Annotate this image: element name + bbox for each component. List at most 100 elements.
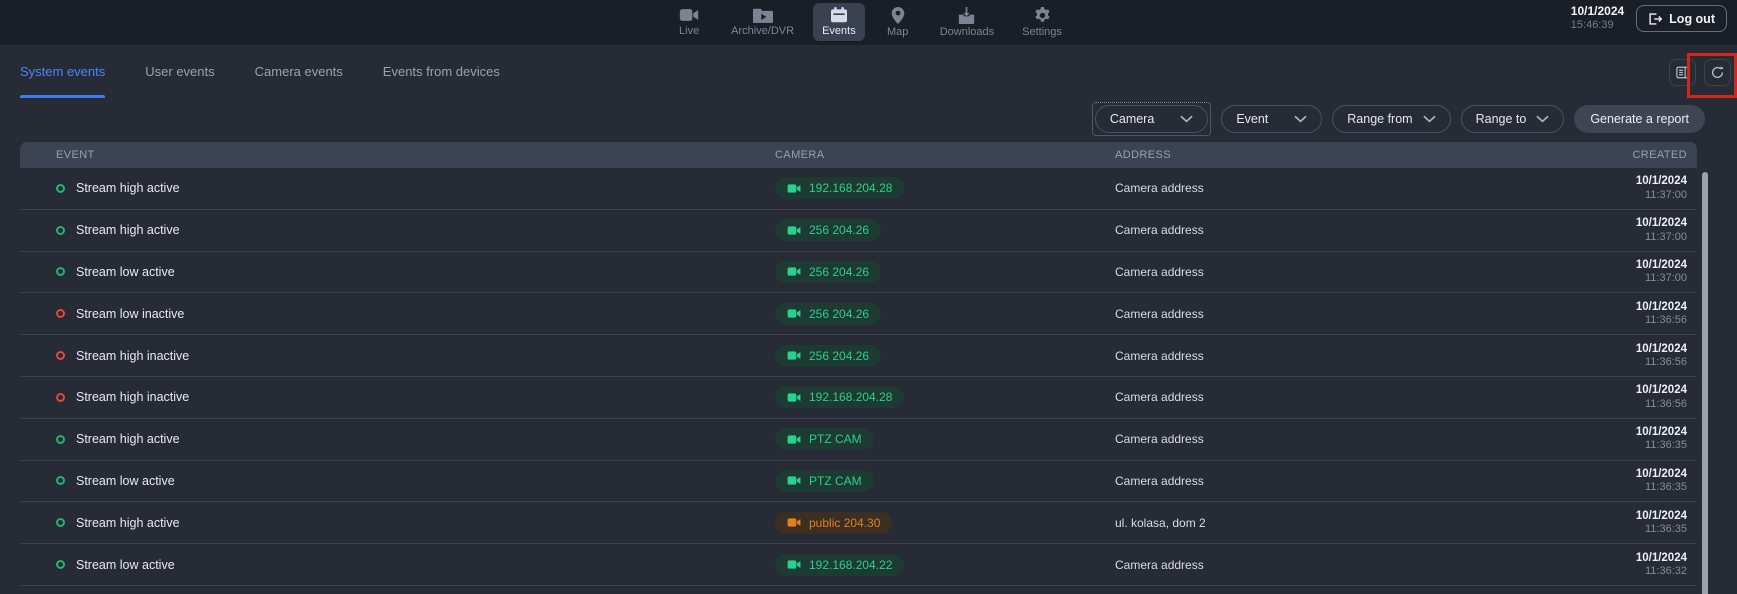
table-row[interactable]: Stream high inactive 192.168.204.28 Came…: [20, 377, 1697, 419]
camera-name: PTZ CAM: [809, 432, 862, 446]
address-cell: ul. kolasa, dom 2: [1115, 516, 1527, 530]
created-cell: 10/1/2024 11:36:35: [1527, 425, 1687, 453]
status-ring-icon: [56, 351, 65, 360]
camera-badge[interactable]: public 204.30: [775, 512, 892, 534]
camera-badge[interactable]: 192.168.204.28: [775, 177, 904, 199]
event-label: Stream high inactive: [76, 349, 189, 363]
calendar-icon: [830, 7, 848, 23]
camera-badge[interactable]: 256 204.26: [775, 261, 881, 283]
video-camera-icon: [787, 475, 801, 486]
table-row[interactable]: Stream high active 256 204.26 Camera add…: [20, 210, 1697, 252]
camera-cell: 256 204.26: [775, 303, 1115, 325]
status-ring-icon: [56, 435, 65, 444]
tab-system-events[interactable]: System events: [20, 45, 105, 98]
camera-cell: 192.168.204.22: [775, 554, 1115, 576]
event-label: Stream low active: [76, 474, 175, 488]
logout-label: Log out: [1669, 12, 1715, 26]
camera-name: public 204.30: [809, 516, 880, 530]
camera-filter-label: Camera: [1110, 112, 1154, 126]
event-cell: Stream high inactive: [56, 390, 775, 404]
camera-badge[interactable]: 256 204.26: [775, 219, 881, 241]
table-row[interactable]: Stream low active PTZ CAM Camera address…: [20, 461, 1697, 503]
camera-badge[interactable]: 256 204.26: [775, 303, 881, 325]
nav-item-live[interactable]: Live: [666, 3, 712, 41]
event-label: Stream high active: [76, 223, 180, 237]
nav-item-settings[interactable]: Settings: [1013, 3, 1071, 41]
table-row[interactable]: Stream low active 256 204.26 Camera addr…: [20, 252, 1697, 294]
generate-report-button[interactable]: Generate a report: [1574, 105, 1705, 133]
camera-cell: 192.168.204.28: [775, 177, 1115, 199]
events-table: EVENT CAMERA ADDRESS CREATED Stream high…: [20, 142, 1697, 594]
camera-badge[interactable]: 192.168.204.28: [775, 386, 904, 408]
tab-events-from-devices[interactable]: Events from devices: [383, 45, 500, 98]
refresh-icon: [1710, 65, 1725, 80]
camera-badge[interactable]: 192.168.204.22: [775, 554, 904, 576]
report-list-icon: [1675, 65, 1690, 80]
created-time: 11:37:00: [1527, 272, 1687, 286]
created-cell: 10/1/2024 11:37:00: [1527, 216, 1687, 244]
table-row[interactable]: Stream high active 192.168.204.28 Camera…: [20, 168, 1697, 210]
download-box-icon: [958, 7, 975, 24]
camera-name: 256 204.26: [809, 349, 869, 363]
camera-badge[interactable]: PTZ CAM: [775, 428, 874, 450]
created-date: 10/1/2024: [1527, 425, 1687, 439]
camera-name: 256 204.26: [809, 265, 869, 279]
event-cell: Stream high active: [56, 223, 775, 237]
event-label: Stream low active: [76, 265, 175, 279]
nav-item-downloads[interactable]: Downloads: [931, 3, 1003, 41]
nav-label: Live: [679, 25, 699, 37]
event-cell: Stream high inactive: [56, 349, 775, 363]
video-camera-icon: [787, 266, 801, 277]
camera-badge[interactable]: 256 204.26: [775, 345, 881, 367]
event-label: Stream high active: [76, 432, 180, 446]
range-from-label: Range from: [1347, 112, 1412, 126]
range-to-label: Range to: [1476, 112, 1527, 126]
camera-cell: PTZ CAM: [775, 470, 1115, 492]
map-pin-icon: [891, 7, 905, 24]
camera-filter-dropdown[interactable]: Camera: [1095, 105, 1208, 133]
table-row[interactable]: Stream high inactive 256 204.26 Camera a…: [20, 335, 1697, 377]
column-header-event: EVENT: [56, 149, 775, 161]
nav-item-map[interactable]: Map: [875, 3, 921, 41]
event-cell: Stream low active: [56, 265, 775, 279]
table-row[interactable]: Stream high active public 204.30 ul. kol…: [20, 502, 1697, 544]
range-from-dropdown[interactable]: Range from: [1332, 105, 1450, 133]
logout-button[interactable]: Log out: [1636, 5, 1727, 32]
nav-item-archive-dvr[interactable]: Archive/DVR: [722, 3, 803, 41]
vertical-scrollbar[interactable]: [1702, 172, 1708, 594]
event-filter-dropdown[interactable]: Event: [1221, 105, 1322, 133]
camera-badge[interactable]: PTZ CAM: [775, 470, 874, 492]
event-label: Stream low inactive: [76, 307, 184, 321]
camera-cell: PTZ CAM: [775, 428, 1115, 450]
refresh-button[interactable]: [1704, 59, 1731, 86]
camera-name: 192.168.204.28: [809, 390, 892, 404]
nav-item-events[interactable]: Events: [813, 3, 865, 41]
table-row[interactable]: Stream low inactive 256 204.26 Camera ad…: [20, 293, 1697, 335]
tab-camera-events[interactable]: Camera events: [255, 45, 343, 98]
created-date: 10/1/2024: [1527, 216, 1687, 230]
address-cell: Camera address: [1115, 223, 1527, 237]
created-date: 10/1/2024: [1527, 509, 1687, 523]
status-ring-icon: [56, 393, 65, 402]
column-header-created: CREATED: [1527, 149, 1687, 161]
tab-user-events[interactable]: User events: [145, 45, 214, 98]
main-nav: Live Archive/DVR Events Map Downloads: [0, 3, 1737, 41]
event-cell: Stream low active: [56, 474, 775, 488]
video-camera-icon: [787, 308, 801, 319]
chevron-down-icon: [1423, 115, 1436, 123]
address-cell: Camera address: [1115, 307, 1527, 321]
video-camera-icon: [787, 183, 801, 194]
created-date: 10/1/2024: [1527, 467, 1687, 481]
created-time: 11:37:00: [1527, 189, 1687, 203]
table-row[interactable]: Stream low active 192.168.204.22 Camera …: [20, 544, 1697, 586]
camera-cell: 256 204.26: [775, 261, 1115, 283]
event-cell: Stream low active: [56, 558, 775, 572]
created-date: 10/1/2024: [1527, 551, 1687, 565]
video-camera-icon: [787, 559, 801, 570]
address-cell: Camera address: [1115, 474, 1527, 488]
video-camera-icon: [787, 517, 801, 528]
report-view-button[interactable]: [1669, 59, 1696, 86]
view-buttons: [1669, 59, 1731, 86]
range-to-dropdown[interactable]: Range to: [1461, 105, 1565, 133]
table-row[interactable]: Stream high active PTZ CAM Camera addres…: [20, 419, 1697, 461]
